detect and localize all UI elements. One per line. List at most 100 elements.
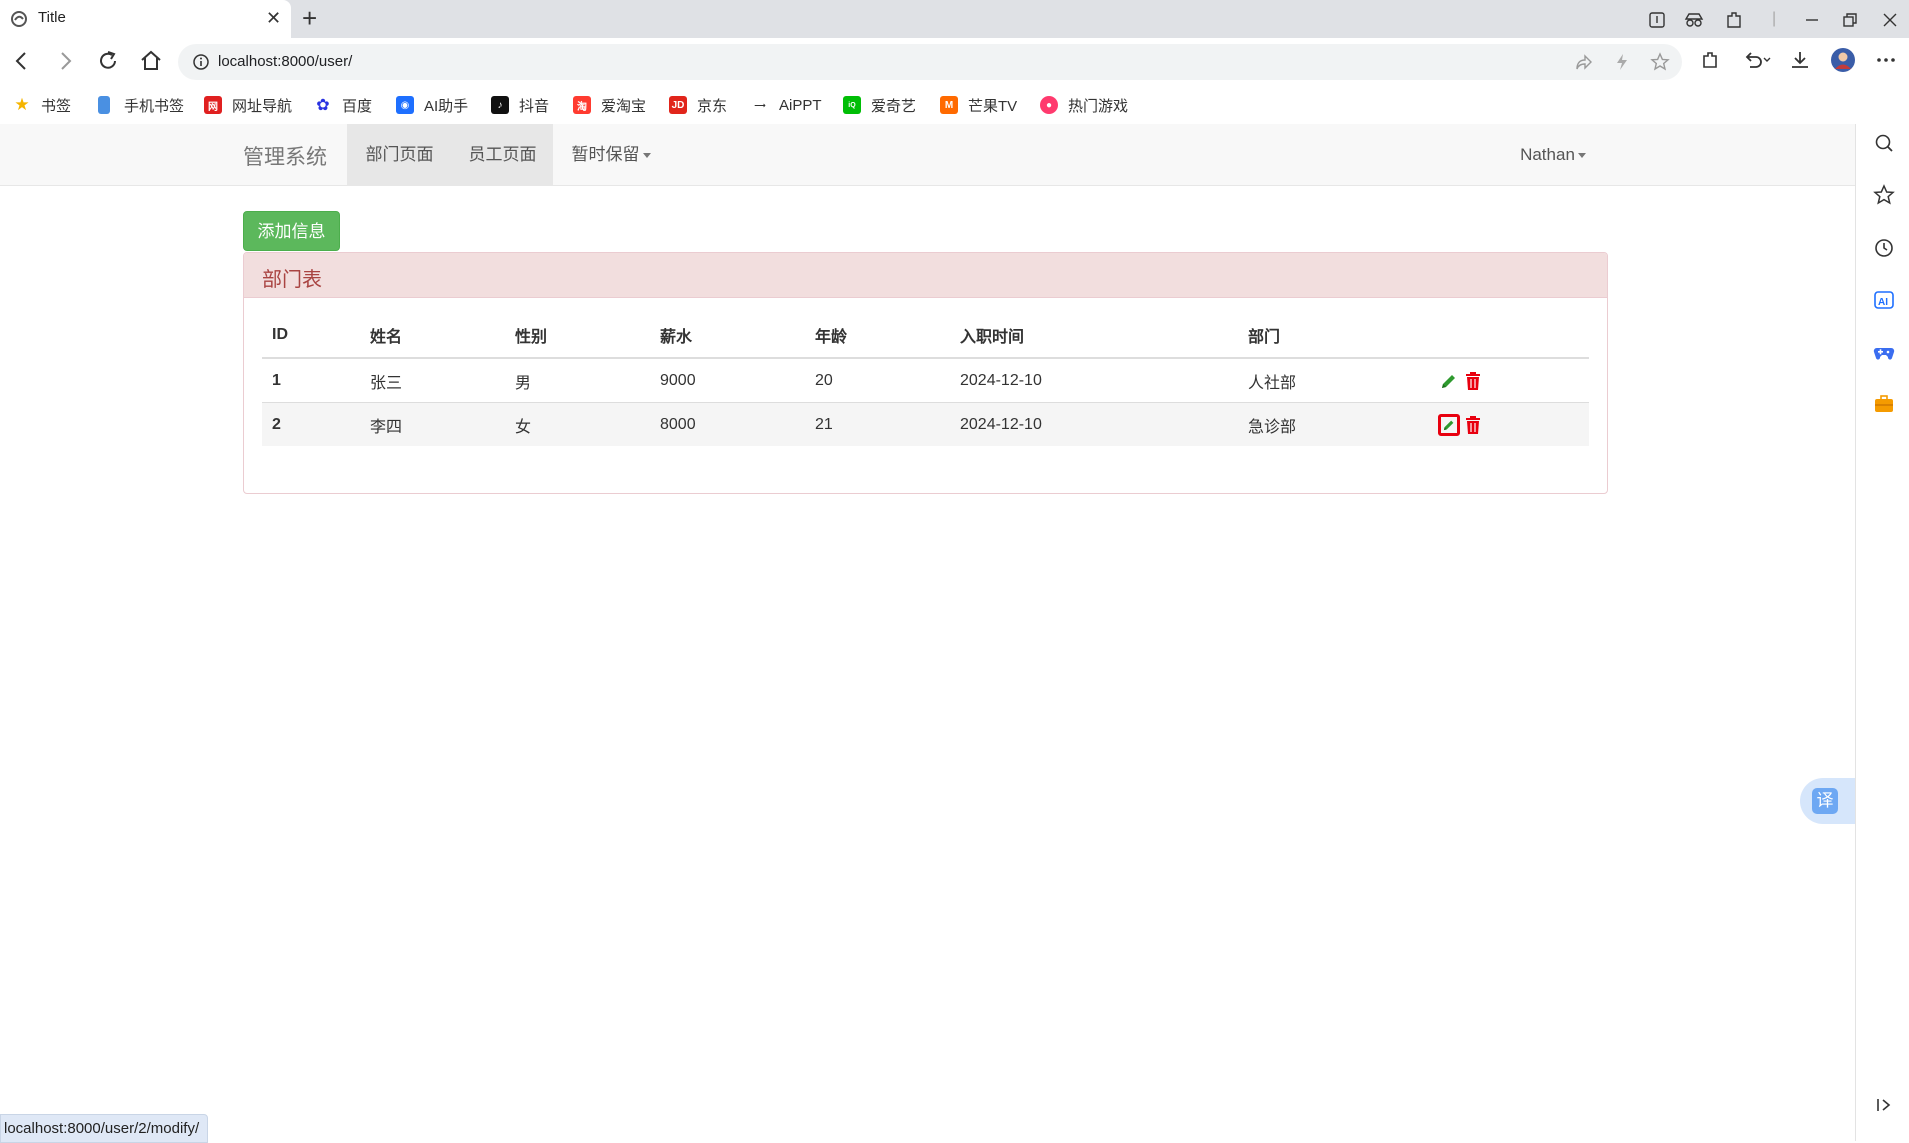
ai-icon[interactable]: AI — [1873, 289, 1895, 311]
cell-id: 1 — [262, 357, 360, 403]
column-header: 性别 — [505, 313, 650, 359]
extensions-icon[interactable] — [1699, 48, 1723, 72]
delete-trash-icon[interactable] — [1464, 370, 1482, 392]
site-info-icon[interactable] — [192, 53, 210, 71]
reload-icon[interactable] — [95, 48, 121, 74]
bookmark-item[interactable]: ● 热门游戏 — [1040, 93, 1128, 117]
add-info-button[interactable]: 添加信息 — [243, 211, 340, 251]
tab-close-icon[interactable]: ✕ — [266, 8, 281, 28]
restore-icon[interactable] — [1842, 12, 1858, 28]
panel-heading: 部门表 — [244, 253, 1607, 298]
bookmark-item[interactable]: ★ 书签 — [13, 93, 71, 117]
cell-join-date: 2024-12-10 — [950, 402, 1238, 446]
nav-dept-page[interactable]: 部门页面 — [347, 124, 452, 185]
forward-icon[interactable] — [52, 48, 78, 74]
jd-icon: JD — [669, 96, 687, 114]
new-tab-icon[interactable]: + — [302, 4, 317, 32]
panel-title: 部门表 — [262, 269, 322, 291]
site-navbar: 管理系统 部门页面 员工页面 暂时保留 Nathan — [0, 124, 1855, 186]
iqiyi-icon: iQ — [843, 96, 861, 114]
undo-history-icon[interactable] — [1742, 48, 1772, 72]
caret-down-icon — [642, 153, 651, 159]
column-header: 姓名 — [360, 313, 505, 359]
bookmark-item[interactable]: JD 京东 — [669, 93, 727, 117]
browser-side-panel: AI — [1855, 124, 1909, 1141]
divider: | — [1772, 10, 1777, 27]
favorites-star-icon[interactable] — [1873, 184, 1895, 206]
cell-id: 2 — [262, 402, 360, 446]
column-header — [1428, 313, 1589, 359]
cell-name: 张三 — [360, 357, 505, 403]
bookmark-item[interactable]: M 芒果TV — [940, 93, 1017, 117]
bookmark-item[interactable]: 淘爱淘宝 — [573, 93, 646, 117]
url-text[interactable]: localhost:8000/user/ — [218, 53, 352, 70]
cell-department: 急诊部 — [1238, 402, 1428, 446]
game-controller-icon[interactable] — [1873, 341, 1895, 363]
home-icon[interactable] — [138, 48, 164, 74]
bookmark-item[interactable]: 手机书签 — [95, 93, 184, 117]
tab-title: Title — [38, 9, 66, 26]
incognito-icon[interactable] — [1684, 11, 1704, 29]
delete-trash-icon[interactable] — [1464, 414, 1482, 436]
edit-pencil-icon[interactable] — [1438, 370, 1460, 392]
ai-assistant-icon: ◉ — [396, 96, 414, 114]
download-icon[interactable] — [1788, 48, 1812, 72]
lightning-icon[interactable] — [1612, 52, 1632, 72]
department-panel: 部门表 ID 姓名 性别 薪水 年龄 入职时间 部门 1 张三 男 9000 2… — [243, 252, 1608, 494]
bookmark-item[interactable]: ✿ 百度 — [314, 93, 372, 117]
bookmark-star-icon[interactable] — [1650, 52, 1670, 72]
taobao-icon: 淘 — [573, 96, 591, 114]
douyin-icon: ♪ — [491, 96, 509, 114]
data-table: ID 姓名 性别 薪水 年龄 入职时间 部门 1 张三 男 9000 20 20… — [262, 313, 1589, 446]
cell-actions — [1428, 357, 1589, 403]
browser-toolbar: localhost:8000/user/ — [0, 38, 1909, 86]
translate-button[interactable]: 译 — [1800, 778, 1855, 824]
bookmark-item[interactable]: ⟶ AiPPT — [751, 93, 821, 117]
bookmark-item[interactable]: ♪ 抖音 — [491, 93, 549, 117]
edit-pencil-icon[interactable] — [1438, 413, 1460, 436]
cell-department: 人社部 — [1238, 357, 1428, 403]
column-header: ID — [262, 313, 360, 359]
extensions-puzzle-icon[interactable] — [1725, 10, 1743, 30]
close-window-icon[interactable] — [1882, 12, 1898, 28]
avatar[interactable] — [1830, 47, 1856, 73]
back-icon[interactable] — [9, 48, 35, 74]
svg-text:AI: AI — [1878, 297, 1888, 308]
column-header: 薪水 — [650, 313, 805, 359]
column-header: 入职时间 — [950, 313, 1238, 359]
bookmark-item[interactable]: 网网址导航 — [204, 93, 292, 117]
user-menu-dropdown[interactable]: Nathan — [1513, 124, 1593, 185]
tab-strip: Title ✕ + | — [0, 0, 1909, 38]
table-header-row: ID 姓名 性别 薪水 年龄 入职时间 部门 — [262, 313, 1589, 359]
phone-icon — [98, 96, 110, 114]
bookmark-item[interactable]: iQ 爱奇艺 — [843, 93, 916, 117]
translate-icon: 译 — [1812, 788, 1838, 814]
table-row: 1 张三 男 9000 20 2024-12-10 人社部 — [262, 357, 1589, 403]
nav-site-icon: 网 — [204, 96, 222, 114]
minimize-icon[interactable] — [1804, 12, 1820, 28]
cell-age: 20 — [805, 357, 950, 403]
share-icon[interactable] — [1574, 52, 1594, 72]
table-row: 2 李四 女 8000 21 2024-12-10 急诊部 — [262, 402, 1589, 446]
browser-tab[interactable]: Title ✕ — [0, 0, 291, 38]
history-clock-icon[interactable] — [1873, 237, 1895, 259]
mango-tv-icon: M — [940, 96, 958, 114]
cell-name: 李四 — [360, 402, 505, 446]
column-header: 部门 — [1238, 313, 1428, 359]
address-bar[interactable]: localhost:8000/user/ — [178, 44, 1682, 80]
nav-staff-page[interactable]: 员工页面 — [452, 124, 553, 185]
status-url-bar: localhost:8000/user/2/modify/ — [0, 1114, 209, 1143]
bookmark-item[interactable]: ◉ AI助手 — [396, 93, 468, 117]
cell-age: 21 — [805, 402, 950, 446]
collapse-panel-icon[interactable] — [1873, 1094, 1895, 1116]
brand-link[interactable]: 管理系统 — [243, 141, 327, 171]
more-menu-icon[interactable] — [1874, 48, 1898, 72]
nav-reserved-dropdown[interactable]: 暂时保留 — [556, 124, 666, 185]
search-icon[interactable] — [1873, 132, 1895, 154]
page-viewport: 管理系统 部门页面 员工页面 暂时保留 Nathan 添加信息 部门表 ID 姓… — [0, 124, 1855, 1141]
cell-gender: 女 — [505, 402, 650, 446]
caret-down-icon — [1577, 153, 1586, 159]
edge-logo-icon — [11, 11, 27, 27]
tab-layout-icon[interactable] — [1648, 11, 1666, 29]
toolbox-icon[interactable] — [1873, 393, 1895, 415]
